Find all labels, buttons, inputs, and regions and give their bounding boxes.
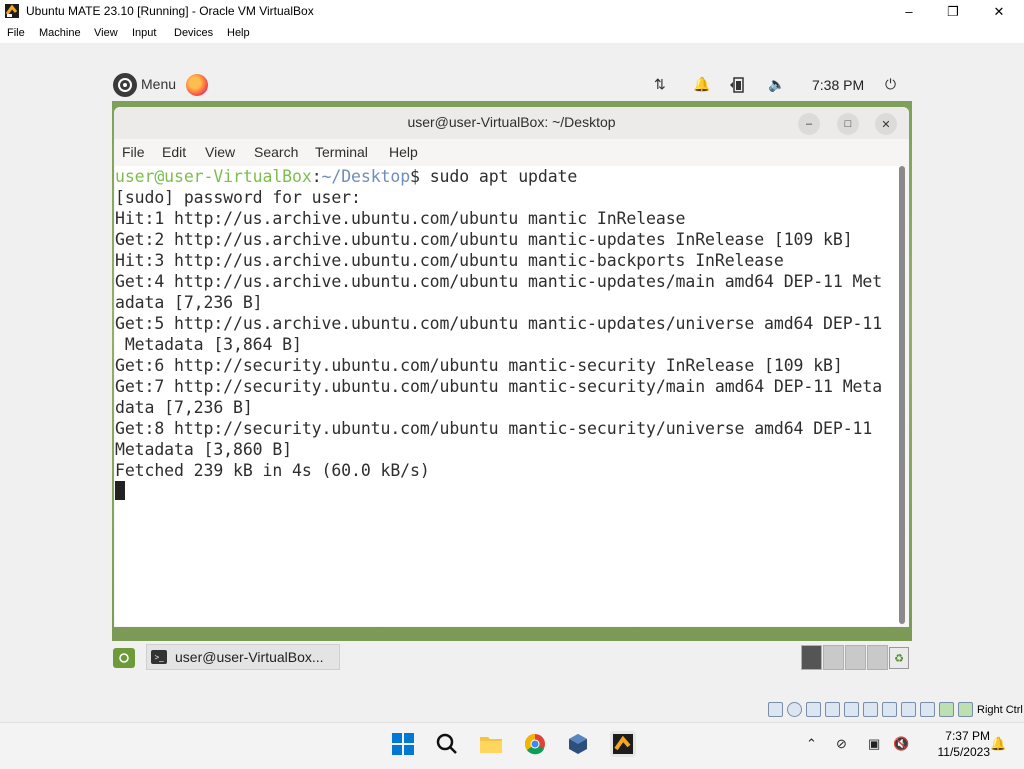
virtualbox-app-icon[interactable]: [565, 731, 591, 757]
optical-drive-icon[interactable]: [787, 702, 802, 717]
prompt-line: user@user-VirtualBox:~/Desktop$ sudo apt…: [115, 167, 577, 186]
monitor-icon[interactable]: ▣: [868, 736, 880, 752]
panel-clock[interactable]: 7:38 PM: [812, 77, 864, 93]
volume-icon[interactable]: 🔈: [768, 76, 785, 93]
mouse-integration-icon[interactable]: [939, 702, 954, 717]
maximize-button[interactable]: ❐: [930, 0, 976, 23]
prompt-path: ~/Desktop: [321, 167, 411, 186]
terminal-menu-edit[interactable]: Edit: [162, 144, 186, 160]
prompt-separator: :: [311, 167, 322, 186]
close-button[interactable]: ✕: [976, 0, 1022, 23]
ubuntu-mate-icon[interactable]: [113, 73, 137, 97]
video-capture-icon[interactable]: [901, 702, 916, 717]
terminal-close-button[interactable]: ✕: [875, 113, 897, 135]
output-line: data [7,236 B]: [115, 398, 253, 417]
menu-view[interactable]: View: [94, 27, 118, 39]
hard-disk-icon[interactable]: [768, 702, 783, 717]
host-key-label: Right Ctrl: [977, 704, 1023, 716]
output-line: Get:5 http://us.archive.ubuntu.com/ubunt…: [115, 314, 883, 333]
menu-machine[interactable]: Machine: [39, 27, 81, 39]
network-icon[interactable]: ⇅: [654, 76, 666, 93]
output-line: Hit:1 http://us.archive.ubuntu.com/ubunt…: [115, 209, 686, 228]
notification-bell-icon[interactable]: 🔔: [693, 76, 710, 93]
file-explorer-icon[interactable]: [478, 731, 504, 757]
firefox-icon[interactable]: [186, 74, 208, 96]
output-line: Get:2 http://us.archive.ubuntu.com/ubunt…: [115, 230, 853, 249]
workspace-4[interactable]: [867, 645, 888, 670]
terminal-menu-file[interactable]: File: [122, 144, 145, 160]
network-adapter-icon[interactable]: [825, 702, 840, 717]
cpu-icon[interactable]: [920, 702, 935, 717]
taskbar-time[interactable]: 7:37 PM: [930, 729, 990, 743]
terminal-menu-terminal[interactable]: Terminal: [315, 144, 368, 160]
terminal-menu-view[interactable]: View: [205, 144, 235, 160]
output-line: Get:7 http://security.ubuntu.com/ubuntu …: [115, 377, 883, 396]
terminal-scrollbar[interactable]: [899, 166, 905, 624]
output-line: Hit:3 http://us.archive.ubuntu.com/ubunt…: [115, 251, 784, 270]
usb-icon[interactable]: [844, 702, 859, 717]
output-line: Get:4 http://us.archive.ubuntu.com/ubunt…: [115, 272, 883, 291]
ubuntu-vm-window-icon[interactable]: [610, 731, 636, 757]
audio-icon[interactable]: [806, 702, 821, 717]
output-line: adata [7,236 B]: [115, 293, 263, 312]
window-title: Ubuntu MATE 23.10 [Running] - Oracle VM …: [26, 4, 314, 18]
menu-help[interactable]: Help: [227, 27, 250, 39]
mate-menu-button[interactable]: Menu: [141, 76, 176, 92]
chrome-icon[interactable]: [522, 731, 548, 757]
menu-file[interactable]: File: [7, 27, 25, 39]
terminal-minimize-button[interactable]: –: [798, 113, 820, 135]
workspace-1[interactable]: [801, 645, 822, 670]
trash-icon[interactable]: ♻: [889, 647, 909, 669]
display-icon[interactable]: [882, 702, 897, 717]
output-line: [sudo] password for user:: [115, 188, 361, 207]
speaker-muted-icon[interactable]: 🔇: [893, 736, 909, 752]
windows-start-icon[interactable]: [390, 731, 416, 757]
virtualbox-logo-icon: [4, 3, 20, 19]
taskbar-date[interactable]: 11/5/2023: [920, 745, 991, 759]
minimize-button[interactable]: –: [886, 0, 932, 23]
battery-icon[interactable]: [728, 76, 748, 97]
terminal-output[interactable]: user@user-VirtualBox:~/Desktop$ sudo apt…: [115, 166, 905, 481]
show-hidden-icons-chevron-icon[interactable]: ⌃: [806, 736, 817, 752]
keyboard-capture-icon[interactable]: [958, 702, 973, 717]
terminal-icon: >_: [151, 650, 167, 664]
menu-input[interactable]: Input: [132, 27, 156, 39]
power-icon[interactable]: ⏻: [885, 76, 896, 93]
workspace-3[interactable]: [845, 645, 866, 670]
shared-folders-icon[interactable]: [863, 702, 878, 717]
terminal-menu-search[interactable]: Search: [254, 144, 298, 160]
workspace-2[interactable]: [823, 645, 844, 670]
output-line: Metadata [3,864 B]: [115, 335, 302, 354]
terminal-cursor: [115, 481, 125, 500]
prompt-command: $ sudo apt update: [410, 167, 578, 186]
output-line: Fetched 239 kB in 4s (60.0 kB/s): [115, 461, 430, 480]
output-line: Get:8 http://security.ubuntu.com/ubuntu …: [115, 419, 873, 438]
notification-icon[interactable]: 🔔: [990, 736, 1006, 752]
mate-top-panel: [112, 69, 912, 101]
taskbar-item-label: user@user-VirtualBox...: [175, 649, 324, 665]
terminal-menu-help[interactable]: Help: [389, 144, 418, 160]
network-off-icon[interactable]: ⊘: [836, 736, 847, 752]
menu-devices[interactable]: Devices: [174, 27, 213, 39]
show-desktop-button[interactable]: [113, 648, 135, 668]
output-line: Get:6 http://security.ubuntu.com/ubuntu …: [115, 356, 843, 375]
prompt-user: user@user-VirtualBox: [115, 167, 312, 186]
output-line: Metadata [3,860 B]: [115, 440, 293, 459]
search-icon[interactable]: [434, 731, 460, 757]
terminal-title: user@user-VirtualBox: ~/Desktop: [407, 114, 616, 130]
terminal-maximize-button[interactable]: □: [837, 113, 859, 135]
